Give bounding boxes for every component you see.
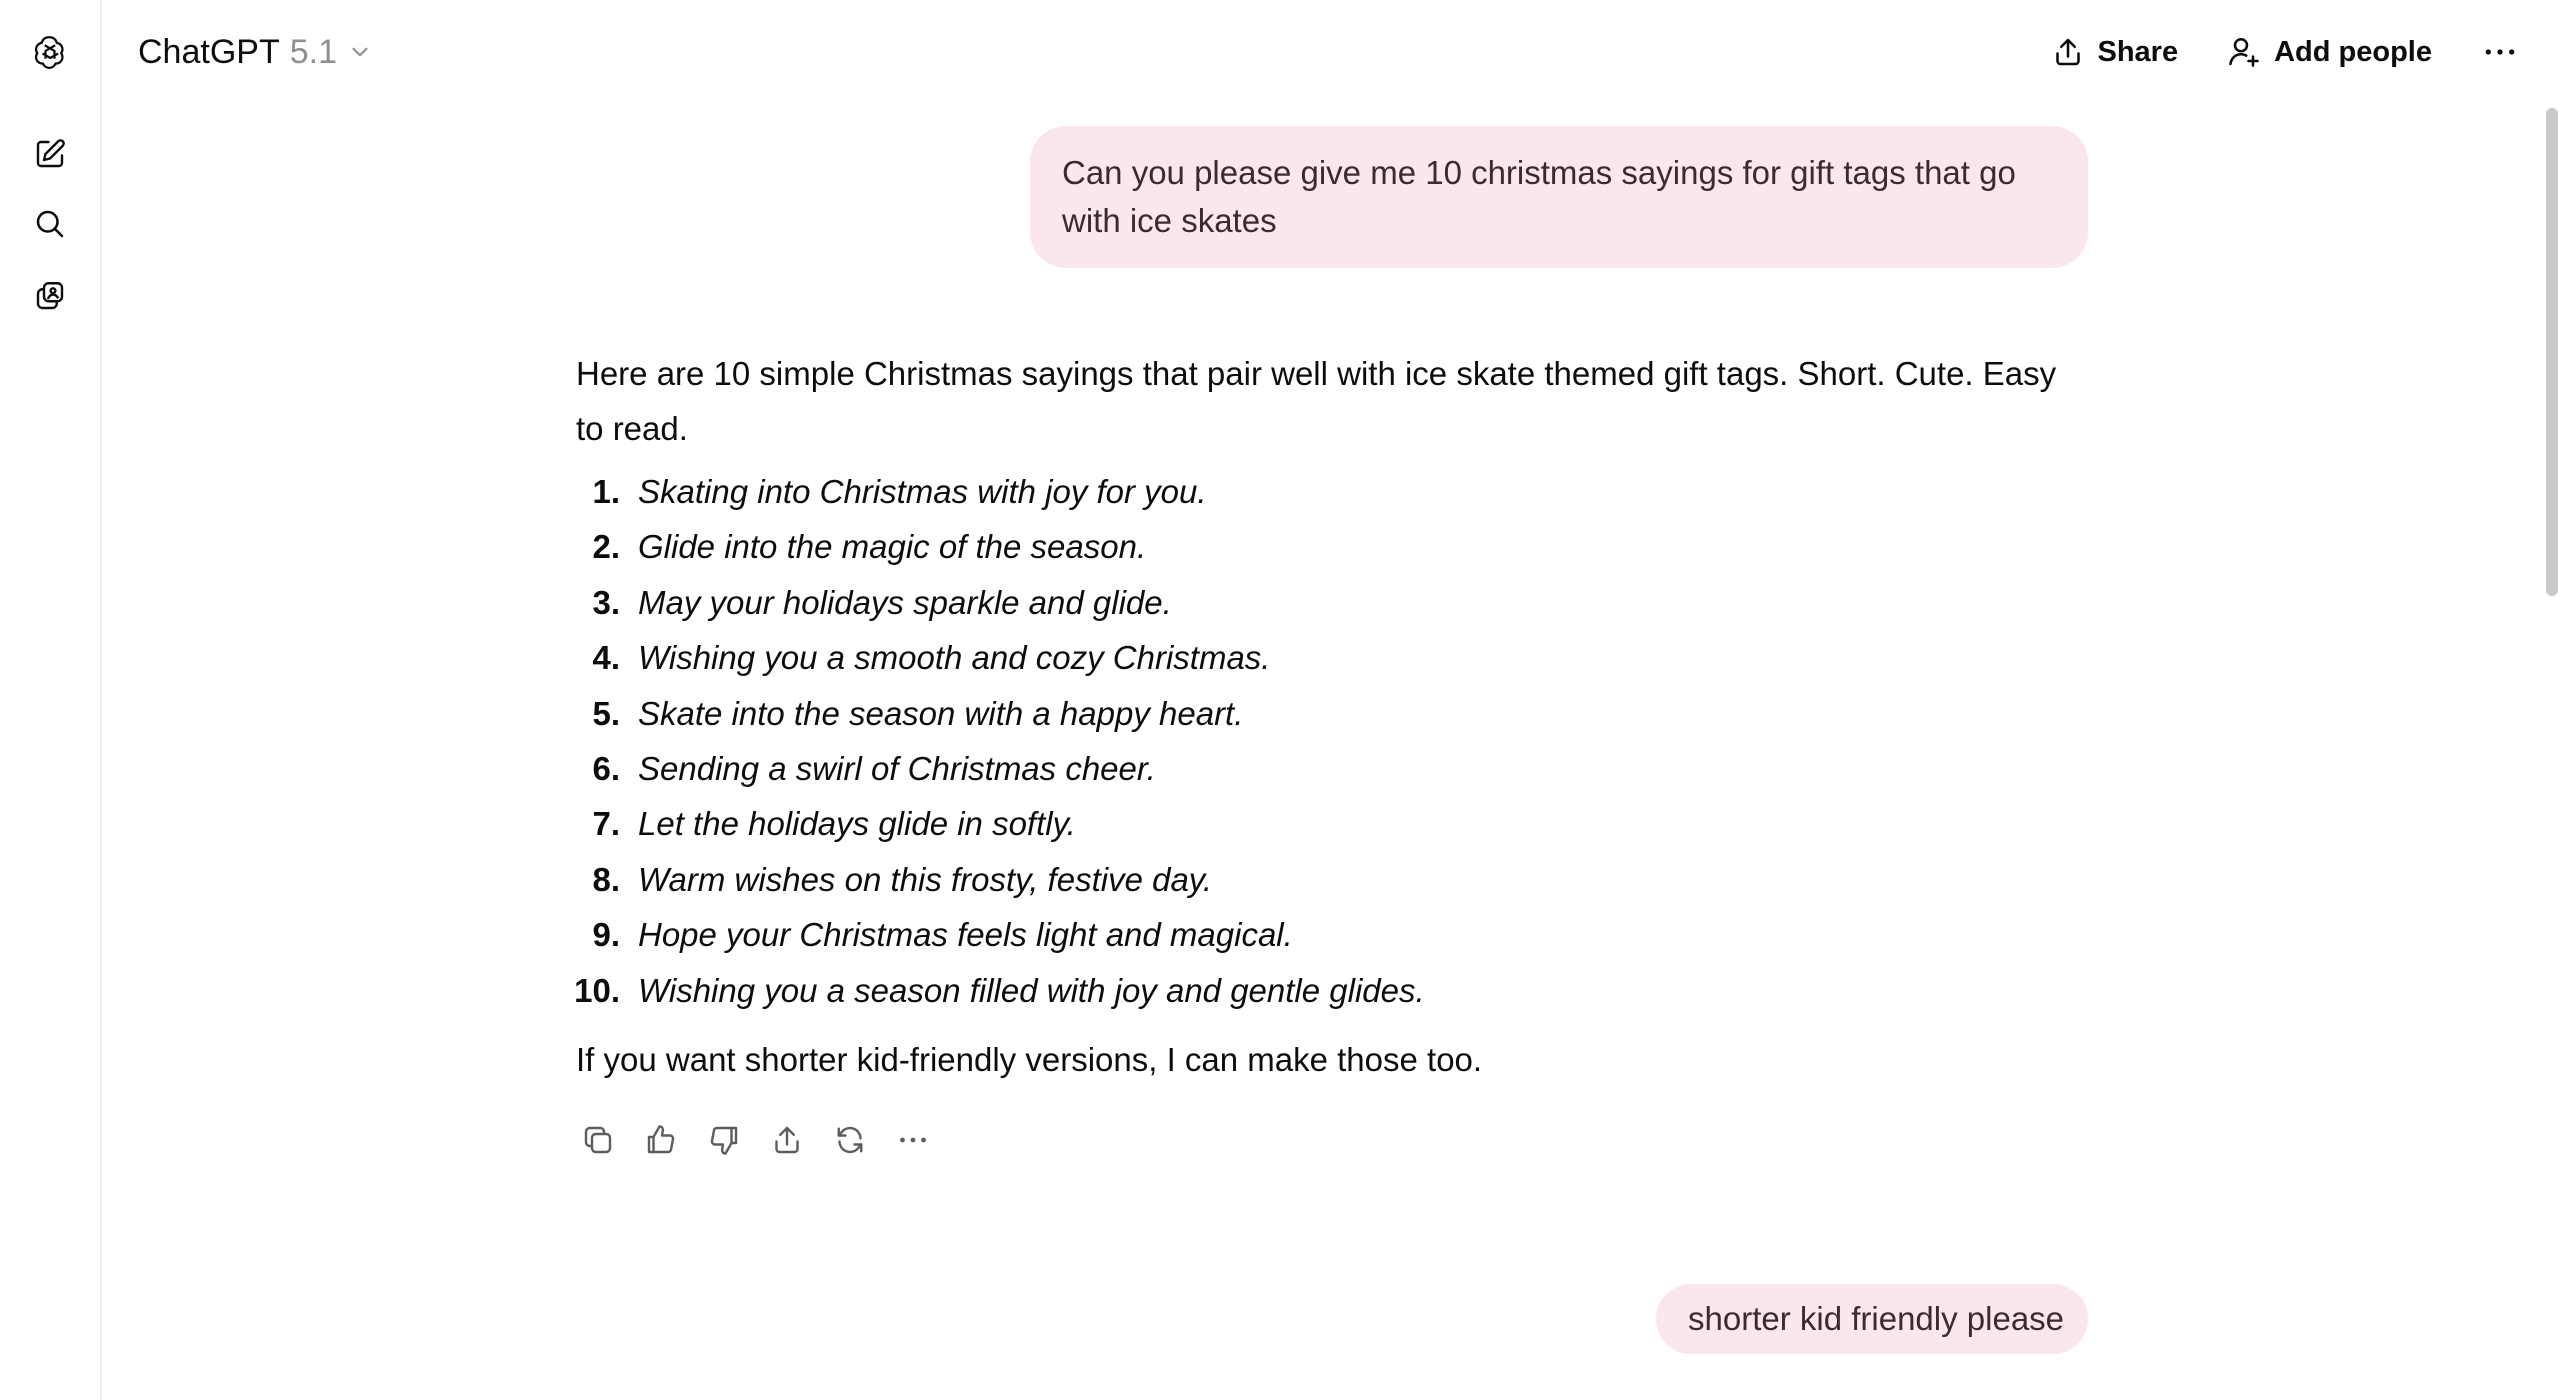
top-bar: ChatGPT 5.1 Share Add people — [102, 0, 2560, 104]
list-item: 3. May your holidays sparkle and glide. — [576, 575, 2088, 630]
search-icon[interactable] — [24, 198, 76, 250]
scrollbar[interactable] — [2544, 104, 2558, 1400]
assistant-intro: Here are 10 simple Christmas sayings tha… — [576, 355, 2057, 447]
list-text: Glide into the magic of the season. — [638, 528, 1147, 566]
list-item: 9. Hope your Christmas feels light and ma… — [576, 907, 2088, 962]
user-message: Can you please give me 10 christmas sayi… — [1030, 126, 2088, 268]
list-number: 4. — [592, 639, 620, 677]
regenerate-icon — [837, 1126, 863, 1154]
list-item: 1. Skating into Christmas with joy for yo… — [576, 464, 2088, 519]
thumbs-down-icon — [710, 1126, 738, 1155]
message-actions — [572, 1112, 939, 1168]
model-version: 5.1 — [289, 32, 337, 71]
list-number: 10. — [574, 971, 620, 1009]
share-button[interactable]: Share — [2040, 28, 2189, 76]
share-icon — [775, 1126, 799, 1154]
assistant-outro: If you want shorter kid-friendly version… — [576, 1040, 1483, 1078]
good-response-button[interactable] — [635, 1114, 687, 1166]
list-number: 8. — [592, 860, 620, 898]
openai-logo-icon[interactable] — [24, 26, 76, 78]
sidebar-rail — [0, 0, 102, 1400]
model-selector[interactable]: ChatGPT 5.1 — [138, 26, 373, 78]
list-text: Warm wishes on this frosty, festive day. — [638, 860, 1213, 898]
chat-app: ChatGPT 5.1 Share Add people Can you ple… — [0, 0, 2560, 1400]
list-item: 10. Wishing you a season filled with joy … — [574, 963, 2088, 1018]
list-text: Let the holidays glide in softly. — [638, 805, 1076, 843]
list-text: Sending a swirl of Christmas cheer. — [638, 749, 1156, 787]
list-item: 2. Glide into the magic of the season. — [576, 519, 2088, 574]
scrollbar-thumb[interactable] — [2546, 108, 2558, 596]
list-number: 9. — [592, 916, 620, 954]
list-text: Wishing you a smooth and cozy Christmas. — [638, 639, 1271, 677]
copy-icon — [584, 1126, 612, 1154]
more-icon — [900, 1137, 926, 1143]
list-item: 7. Let the holidays glide in softly. — [576, 796, 2088, 851]
more-options-button[interactable] — [2470, 26, 2530, 78]
list-item: 6. Sending a swirl of Christmas cheer. — [576, 741, 2088, 796]
regenerate-button[interactable] — [824, 1114, 876, 1166]
add-person-icon — [2226, 34, 2262, 70]
share-label: Share — [2097, 35, 2179, 68]
list-text: Skating into Christmas with joy for you. — [638, 473, 1207, 510]
more-actions-button[interactable] — [887, 1114, 939, 1166]
share-icon — [2050, 34, 2086, 70]
thumbs-up-icon — [647, 1125, 675, 1154]
user-message: shorter kid friendly please — [1656, 1284, 2088, 1354]
share-response-button[interactable] — [761, 1114, 813, 1166]
list-text: Wishing you a season filled with joy and… — [638, 971, 1425, 1009]
list-number: 3. — [592, 583, 620, 621]
list-text: Skate into the season with a happy heart… — [638, 694, 1244, 732]
more-icon — [2480, 32, 2520, 72]
list-item: 5. Skate into the season with a happy hea… — [576, 686, 2088, 741]
sayings-list: 1. Skating into Christmas with joy for yo… — [574, 464, 2088, 1018]
list-number: 5. — [592, 694, 620, 732]
header-actions: Share Add people — [2040, 24, 2531, 80]
model-name: ChatGPT — [138, 32, 280, 71]
chevron-down-icon — [347, 39, 373, 65]
list-number: 6. — [592, 749, 620, 787]
list-text: Hope your Christmas feels light and magi… — [638, 916, 1293, 954]
list-text: May your holidays sparkle and glide. — [638, 583, 1172, 621]
new-chat-icon[interactable] — [24, 128, 76, 180]
list-item: 4. Wishing you a smooth and cozy Christma… — [576, 630, 2088, 685]
list-number: 1. — [592, 473, 620, 510]
add-people-button[interactable]: Add people — [2216, 28, 2442, 76]
copy-button[interactable] — [572, 1114, 624, 1166]
library-icon[interactable] — [24, 270, 76, 322]
bad-response-button[interactable] — [698, 1114, 750, 1166]
list-number: 2. — [592, 528, 620, 566]
add-people-label: Add people — [2274, 35, 2432, 68]
list-number: 7. — [592, 805, 620, 843]
list-item: 8. Warm wishes on this frosty, festive da… — [576, 852, 2088, 907]
assistant-message: Here are 10 simple Christmas sayings tha… — [574, 346, 2088, 1087]
